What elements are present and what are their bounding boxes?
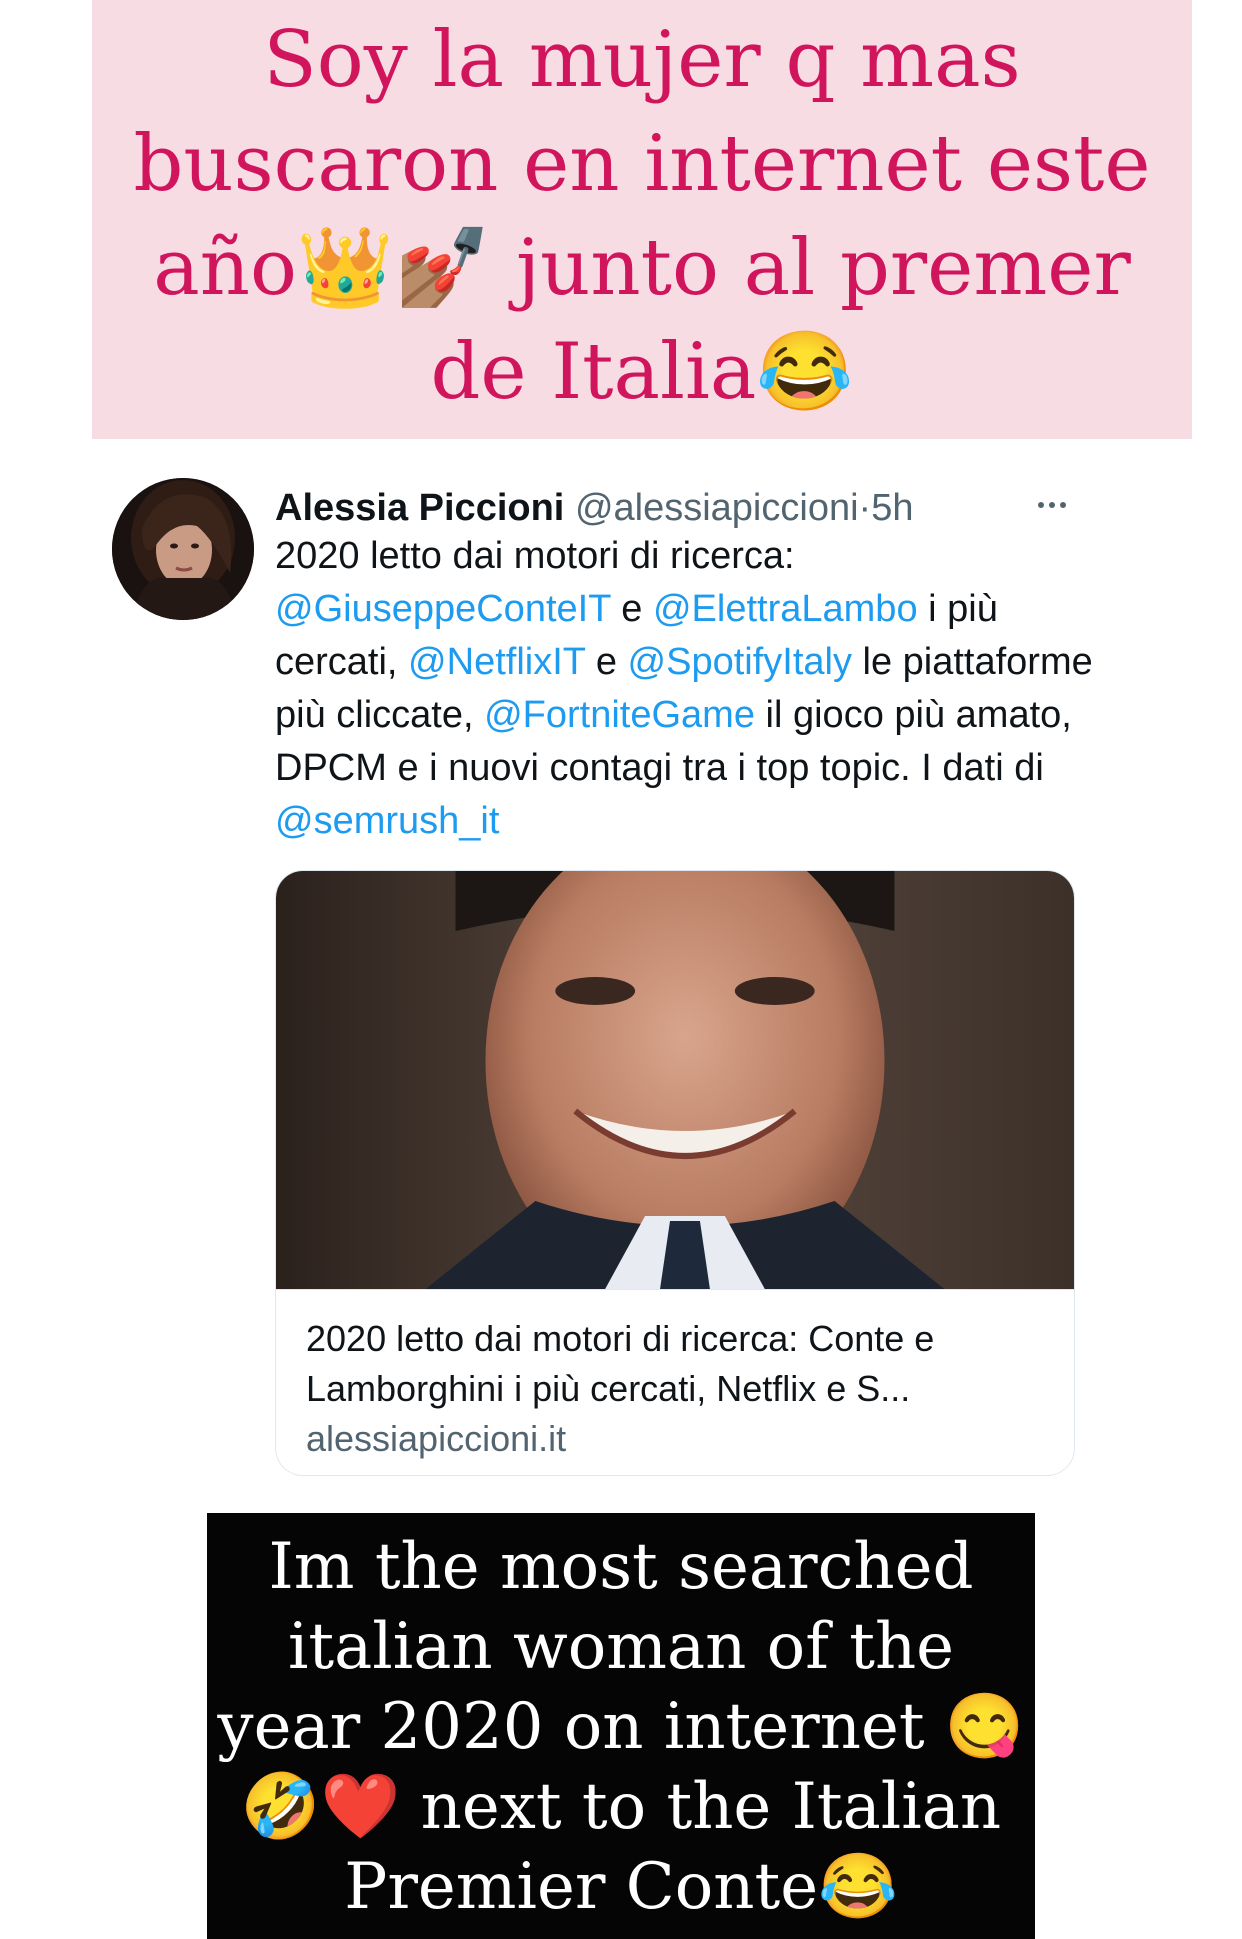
card-image[interactable] bbox=[276, 871, 1074, 1289]
card-domain[interactable]: alessiapiccioni.it bbox=[306, 1414, 1044, 1464]
tweet-text-part: e bbox=[585, 641, 628, 683]
mention-spotifyitaly[interactable]: @SpotifyItaly bbox=[628, 641, 852, 683]
story-caption-bottom: Im the most searched italian woman of th… bbox=[207, 1513, 1035, 1939]
tweet-time[interactable]: 5h bbox=[871, 487, 913, 529]
mention-giuseppeconteit[interactable]: @GiuseppeConteIT bbox=[275, 588, 611, 630]
story-caption-top: Soy la mujer q mas buscaron en internet … bbox=[92, 0, 1192, 439]
author-handle[interactable]: @alessiapiccioni bbox=[575, 487, 859, 529]
mention-fortnitegame[interactable]: @FortniteGame bbox=[484, 694, 755, 736]
tweet-header: Alessia Piccioni @alessiapiccioni·5h bbox=[275, 478, 1075, 538]
tweet-text: 2020 letto dai motori di ricerca: @Giuse… bbox=[275, 530, 1095, 848]
mention-semrush-it[interactable]: @semrush_it bbox=[275, 800, 499, 842]
mention-elettralambo[interactable]: @ElettraLambo bbox=[653, 588, 918, 630]
card-title[interactable]: 2020 letto dai motori di ricerca: Conte … bbox=[306, 1314, 1044, 1414]
more-horizontal-icon[interactable] bbox=[1030, 480, 1074, 530]
avatar-image bbox=[112, 478, 254, 620]
author-name[interactable]: Alessia Piccioni bbox=[275, 487, 564, 529]
caption-bottom-text: Im the most searched italian woman of th… bbox=[217, 1530, 1025, 1924]
tweet-text-part: 2020 letto dai motori di ricerca: bbox=[275, 535, 795, 577]
tweet-text-part: e bbox=[610, 588, 653, 630]
card-photo bbox=[276, 871, 1074, 1289]
avatar[interactable] bbox=[112, 478, 254, 620]
separator-dot: · bbox=[858, 487, 872, 529]
card-body: 2020 letto dai motori di ricerca: Conte … bbox=[276, 1289, 1074, 1464]
tweet[interactable]: Alessia Piccioni @alessiapiccioni·5h 202… bbox=[0, 470, 1242, 1476]
link-card[interactable]: 2020 letto dai motori di ricerca: Conte … bbox=[275, 870, 1075, 1476]
mention-netflixit[interactable]: @NetflixIT bbox=[408, 641, 585, 683]
caption-top-text: Soy la mujer q mas buscaron en internet … bbox=[133, 15, 1151, 417]
